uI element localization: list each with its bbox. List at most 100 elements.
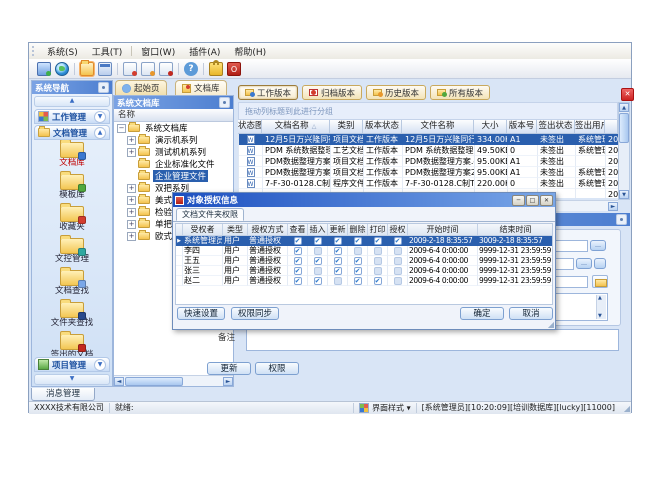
checkbox-checked[interactable]: ✔ — [374, 237, 382, 245]
pin-icon[interactable] — [616, 214, 627, 225]
computer-icon[interactable] — [37, 62, 51, 76]
ellipsis-button[interactable]: … — [590, 240, 606, 251]
checkbox-checked[interactable]: ✔ — [334, 257, 342, 265]
column-header-大小[interactable]: 大小 — [474, 120, 507, 134]
minimize-icon[interactable]: ─ — [512, 195, 525, 206]
expand-plus-icon[interactable]: + — [127, 232, 136, 241]
expand-plus-icon[interactable]: + — [127, 184, 136, 193]
column-header-版本状态[interactable]: 版本状态 — [363, 120, 402, 134]
resize-grip[interactable]: ◢ — [620, 404, 631, 413]
remark-textarea[interactable] — [246, 329, 619, 351]
tree-item-测试机机系列[interactable]: +测试机机系列 — [114, 146, 233, 158]
checkbox-checked[interactable]: ✔ — [374, 277, 382, 285]
ok-button[interactable]: 确定 — [460, 307, 504, 320]
sidebar-item-文控管理[interactable]: 文控管理 — [32, 238, 112, 268]
checkbox-unchecked[interactable] — [394, 267, 402, 275]
mail-compose-icon[interactable] — [123, 62, 137, 76]
table-row[interactable]: WPDM 系统数据整理检...工艺文档工作版本PDM 系统数据整理...49.5… — [239, 145, 618, 156]
update-button[interactable]: 更新 — [207, 362, 251, 375]
scroll-down-icon[interactable]: ▼ — [619, 190, 629, 199]
mail-alert-icon[interactable] — [159, 62, 173, 76]
window-icon[interactable] — [98, 62, 112, 76]
column-header-签出状态[interactable]: 签出状态 — [537, 120, 575, 134]
pin-icon[interactable] — [219, 97, 230, 108]
scroll-thumb[interactable] — [619, 113, 629, 143]
close-icon[interactable]: ✕ — [540, 195, 553, 206]
checkbox-unchecked[interactable] — [374, 257, 382, 265]
nav-section-work[interactable]: 工作管理 ▼ — [34, 109, 110, 124]
sidebar-item-文件夹查找[interactable]: 文件夹查找 — [32, 302, 112, 332]
table-row[interactable]: WPDM数据整理方案.doc项目文档工作版本PDM数据整理方案.doc95.00… — [239, 156, 618, 167]
menu-tools[interactable]: 工具(T) — [85, 44, 130, 59]
column-header-插入[interactable]: 插入 — [308, 224, 328, 236]
checkbox-unchecked[interactable] — [394, 257, 402, 265]
checkbox-checked[interactable]: ✔ — [294, 277, 302, 285]
checkbox-checked[interactable]: ✔ — [334, 247, 342, 255]
checkbox-checked[interactable]: ✔ — [314, 257, 322, 265]
menu-plugins[interactable]: 插件(A) — [182, 44, 227, 59]
checkbox-checked[interactable]: ✔ — [314, 277, 322, 285]
sidebar-item-收藏夹[interactable]: 收藏夹 — [32, 206, 112, 236]
permission-button[interactable]: 权限 — [255, 362, 299, 375]
tab-history-version[interactable]: 历史版本 — [366, 85, 426, 100]
column-header-文档名称[interactable]: 文档名称△ — [262, 120, 330, 134]
checkbox-unchecked[interactable] — [334, 277, 342, 285]
tab-document-library[interactable]: 文档库 — [175, 80, 227, 95]
group-by-bar[interactable]: 拖动列标题到此进行分组 — [238, 102, 618, 120]
column-header-clipped[interactable] — [605, 120, 618, 134]
resize-grip[interactable]: ◢ — [548, 320, 554, 329]
scroll-thumb[interactable] — [125, 377, 183, 386]
maximize-icon[interactable]: □ — [526, 195, 539, 206]
column-header-打印[interactable]: 打印 — [368, 224, 388, 236]
nav-collapse-up[interactable]: ▲ — [34, 96, 110, 107]
tree-column-header[interactable]: 名称 — [114, 109, 233, 122]
column-header-更新[interactable]: 更新 — [328, 224, 348, 236]
expand-plus-icon[interactable]: + — [127, 208, 136, 217]
checkbox-unchecked[interactable] — [354, 247, 362, 255]
cancel-button[interactable]: 取消 — [509, 307, 553, 320]
globe-icon[interactable] — [55, 62, 69, 76]
column-header-状态图[interactable]: 状态图 — [238, 120, 262, 134]
checkbox-unchecked[interactable] — [374, 247, 382, 255]
expand-plus-icon[interactable]: + — [127, 148, 136, 157]
tab-start-page[interactable]: 起始页 — [115, 80, 167, 95]
textarea-scrollbar[interactable] — [596, 295, 606, 319]
tree-item-系统文档库[interactable]: −系统文档库 — [114, 122, 233, 134]
help-icon[interactable]: ? — [184, 62, 198, 76]
column-header-签出用户[interactable]: 签出用户 — [575, 120, 605, 134]
tab-folder-permissions[interactable]: 文档文件夹权限 — [176, 208, 244, 221]
scroll-right-icon[interactable]: ► — [223, 377, 233, 386]
checkbox-checked[interactable]: ✔ — [354, 277, 362, 285]
column-header-删除[interactable]: 删除 — [348, 224, 368, 236]
tree-item-企业标准化文件[interactable]: 企业标准化文件 — [114, 158, 233, 170]
tab-archived-version[interactable]: 归档版本 — [302, 85, 362, 100]
column-header-结束时间[interactable]: 结束时间 — [478, 224, 553, 236]
expand-plus-icon[interactable]: + — [127, 136, 136, 145]
column-header-受权者[interactable]: 受权者 — [183, 224, 223, 236]
scroll-right-icon[interactable]: ► — [608, 202, 618, 211]
checkbox-checked[interactable]: ✔ — [294, 247, 302, 255]
column-header-开始时间[interactable]: 开始时间 — [408, 224, 478, 236]
table-row[interactable]: W7-F-30-0128.C制TO...程序文件工作版本7-F-30-0128.… — [239, 178, 618, 189]
table-row[interactable]: W12月5日万兴隆同行...项目文档工作版本12月5日万兴隆同行...334.0… — [239, 134, 618, 145]
column-header-文件名称[interactable]: 文件名称 — [402, 120, 474, 134]
tree-item-演示机系列[interactable]: +演示机系列 — [114, 134, 233, 146]
checkbox-checked[interactable]: ✔ — [334, 267, 342, 275]
tab-all-versions[interactable]: 所有版本 — [430, 85, 490, 100]
checkbox-checked[interactable]: ✔ — [354, 237, 362, 245]
menu-help[interactable]: 帮助(H) — [227, 44, 273, 59]
nav-section-project[interactable]: 项目管理 ▼ — [34, 357, 110, 372]
expand-plus-icon[interactable]: + — [127, 220, 136, 229]
tab-message-management[interactable]: 消息管理 — [31, 388, 95, 401]
checkbox-unchecked[interactable] — [314, 247, 322, 255]
small-button[interactable] — [594, 258, 606, 269]
column-header-类别[interactable]: 类别 — [330, 120, 363, 134]
permission-row[interactable]: 张三用户普通授权✔✔✔2009-6-4 0:00:009999-12-31 23… — [176, 266, 552, 276]
column-header-查看[interactable]: 查看 — [288, 224, 308, 236]
column-header-版本号[interactable]: 版本号 — [507, 120, 537, 134]
sidebar-item-文档库[interactable]: 文档库 — [32, 142, 112, 172]
permission-row[interactable]: 李四用户普通授权✔✔2009-6-4 0:00:009999-12-31 23:… — [176, 246, 552, 256]
table-row[interactable]: WPDM数据整理方案2.doc项目文档工作版本PDM数据整理方案2.doc95.… — [239, 167, 618, 178]
column-header-类型[interactable]: 类型 — [223, 224, 248, 236]
ellipsis-button[interactable]: … — [576, 258, 592, 269]
